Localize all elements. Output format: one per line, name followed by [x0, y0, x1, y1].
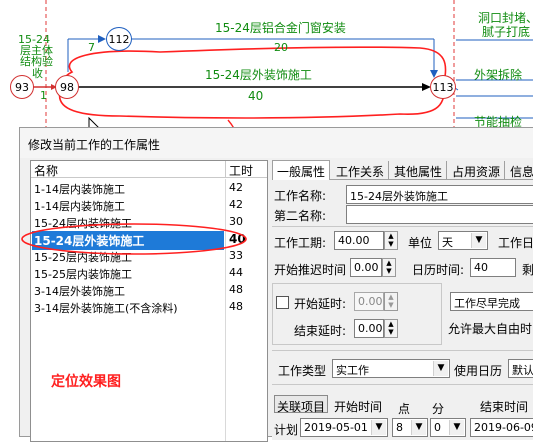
- divider: [272, 384, 533, 385]
- hour-label: 点: [398, 402, 411, 416]
- node-98[interactable]: 98: [55, 75, 79, 99]
- second-name-label: 第二名称:: [274, 209, 327, 223]
- tab-resources[interactable]: 占用资源: [448, 161, 506, 180]
- list-item[interactable]: 1-14层内装饰施工 42: [31, 179, 267, 196]
- calendar-time-field[interactable]: 40: [470, 258, 516, 277]
- list-item-hours: 48: [229, 283, 243, 296]
- delay-spinner[interactable]: ▲ ▼: [382, 258, 396, 277]
- plan-start-value: 2019-05-01: [304, 421, 368, 434]
- duration-spinner[interactable]: ▲ ▼: [384, 231, 398, 250]
- node-93[interactable]: 93: [10, 75, 34, 99]
- right-top-task-line1: 洞口封堵、: [478, 11, 533, 25]
- work-day-label: 工作日: [498, 236, 533, 250]
- right-top-task-line2: 腻子打底: [482, 25, 531, 39]
- list-item-hours: 44: [229, 266, 243, 279]
- second-name-field[interactable]: [346, 205, 533, 224]
- end-lag-field[interactable]: 0.00: [354, 319, 384, 338]
- unit-select[interactable]: 天 ▼: [438, 231, 488, 250]
- list-item-hours: 48: [229, 300, 243, 313]
- work-type-label: 工作类型: [278, 364, 327, 378]
- list-item-name: 15-25层内装饰施工: [34, 268, 132, 281]
- plan-minute-select[interactable]: 0 ▼: [430, 418, 466, 437]
- tab-general[interactable]: 一般属性: [272, 160, 331, 180]
- divider: [272, 350, 533, 351]
- start-time-label: 开始时间: [334, 400, 383, 414]
- plan-minute-value: 0: [434, 421, 441, 434]
- tab-info[interactable]: 信息: [506, 161, 533, 180]
- node-113[interactable]: 113: [430, 75, 456, 99]
- work-list[interactable]: 名称 工时 1-14层内装饰施工 42 1-14层内装饰施工 42 15-24层…: [21, 160, 268, 442]
- plan-start-date[interactable]: 2019-05-01 ▼: [300, 418, 388, 437]
- calendar-label: 使用日历: [454, 364, 503, 378]
- list-item-name: 3-14层外装饰施工: [34, 285, 125, 298]
- lag-label-7: 7: [88, 41, 95, 54]
- left-structure-label-4: 收: [32, 67, 43, 80]
- calendar-select[interactable]: 默认: [508, 359, 533, 378]
- list-header-hours[interactable]: 工时: [226, 161, 267, 178]
- chevron-down-icon[interactable]: ▼: [471, 233, 486, 248]
- start-lag-checkbox[interactable]: [276, 296, 289, 309]
- chevron-down-icon[interactable]: ▼: [449, 420, 464, 435]
- divider: [272, 226, 533, 227]
- delay-field[interactable]: 0.00: [350, 258, 382, 277]
- annotation-label: 定位效果图: [51, 374, 121, 390]
- selection-highlight-ring: [21, 223, 247, 255]
- tab-relations[interactable]: 工作关系: [332, 161, 390, 180]
- delay-label: 开始推迟时间: [274, 263, 347, 277]
- list-header-name[interactable]: 名称: [31, 161, 226, 178]
- plan-hour-select[interactable]: 8 ▼: [392, 418, 428, 437]
- left-structure-label-3: 结构验: [20, 55, 53, 68]
- calendar-time-label: 日历时间:: [412, 263, 465, 277]
- chevron-down-icon[interactable]: ▼: [433, 361, 448, 376]
- end-time-label: 结束时间: [480, 400, 529, 414]
- node-112[interactable]: 112: [106, 27, 132, 51]
- unit-label: 单位: [408, 236, 433, 250]
- duration-label: 工作工期:: [274, 236, 327, 250]
- dialog-title[interactable]: 修改当前工作的工作属性: [20, 128, 533, 158]
- lag-label-1: 1: [40, 89, 47, 102]
- list-item-hours: 42: [229, 181, 243, 194]
- list-item-name: 3-14层外装饰施工(不含涂料): [34, 302, 178, 315]
- start-lag-spinner[interactable]: ▲ ▼: [384, 292, 398, 311]
- tab-other[interactable]: 其他属性: [390, 161, 448, 180]
- start-lag-label: 开始延时:: [294, 297, 347, 311]
- right-mid-task: 外架拆除: [474, 68, 523, 82]
- duration-field[interactable]: 40.00: [334, 231, 384, 250]
- main-task-label: 15-24层外装饰施工: [205, 68, 312, 82]
- unit-select-value: 天: [442, 236, 453, 249]
- work-name-label: 工作名称:: [274, 189, 327, 203]
- work-type-value: 实工作: [336, 364, 369, 377]
- top-task-label: 15-24层铝合金门窗安装: [215, 21, 346, 35]
- list-item[interactable]: 3-14层外装饰施工(不含涂料) 48: [31, 298, 267, 315]
- list-item[interactable]: 1-14层内装饰施工 42: [31, 196, 267, 213]
- main-task-duration: 40: [248, 89, 264, 103]
- work-properties-dialog: 修改当前工作的工作属性 名称 工时 1-14层内装饰施工 42 1-14层内装饰…: [19, 127, 533, 442]
- work-type-select[interactable]: 实工作 ▼: [332, 359, 450, 378]
- properties-panel: 一般属性 工作关系 其他属性 占用资源 信息 工作名称: 15-24层外装饰施工…: [272, 160, 533, 440]
- list-item-name: 1-14层内装饰施工: [34, 183, 125, 196]
- plan-label: 计划: [274, 423, 299, 437]
- list-item-name: 1-14层内装饰施工: [34, 200, 125, 213]
- schedule-mode-select[interactable]: 工作尽早完成: [450, 292, 533, 311]
- remaining-label: 剩: [522, 263, 533, 277]
- chevron-down-icon[interactable]: ▼: [371, 420, 386, 435]
- related-project-button[interactable]: 关联项目: [274, 395, 328, 414]
- end-lag-label: 结束延时:: [294, 324, 347, 338]
- top-task-duration: 20: [274, 41, 288, 54]
- minute-label: 分: [432, 402, 445, 416]
- plan-end-date[interactable]: 2019-06-09: [470, 418, 533, 437]
- chevron-down-icon[interactable]: ▼: [411, 420, 426, 435]
- list-item[interactable]: 3-14层外装饰施工 48: [31, 281, 267, 298]
- list-item-hours: 42: [229, 198, 243, 211]
- free-float-label: 允许最大自由时: [448, 322, 533, 336]
- column-divider: [225, 315, 226, 441]
- plan-hour-value: 8: [396, 421, 403, 434]
- schedule-mode-value: 工作尽早完成: [454, 297, 520, 310]
- list-item[interactable]: 15-25层内装饰施工 44: [31, 264, 267, 281]
- work-name-field[interactable]: 15-24层外装饰施工: [346, 185, 533, 204]
- end-lag-spinner[interactable]: ▲ ▼: [384, 319, 398, 338]
- start-lag-field[interactable]: 0.00: [354, 292, 384, 311]
